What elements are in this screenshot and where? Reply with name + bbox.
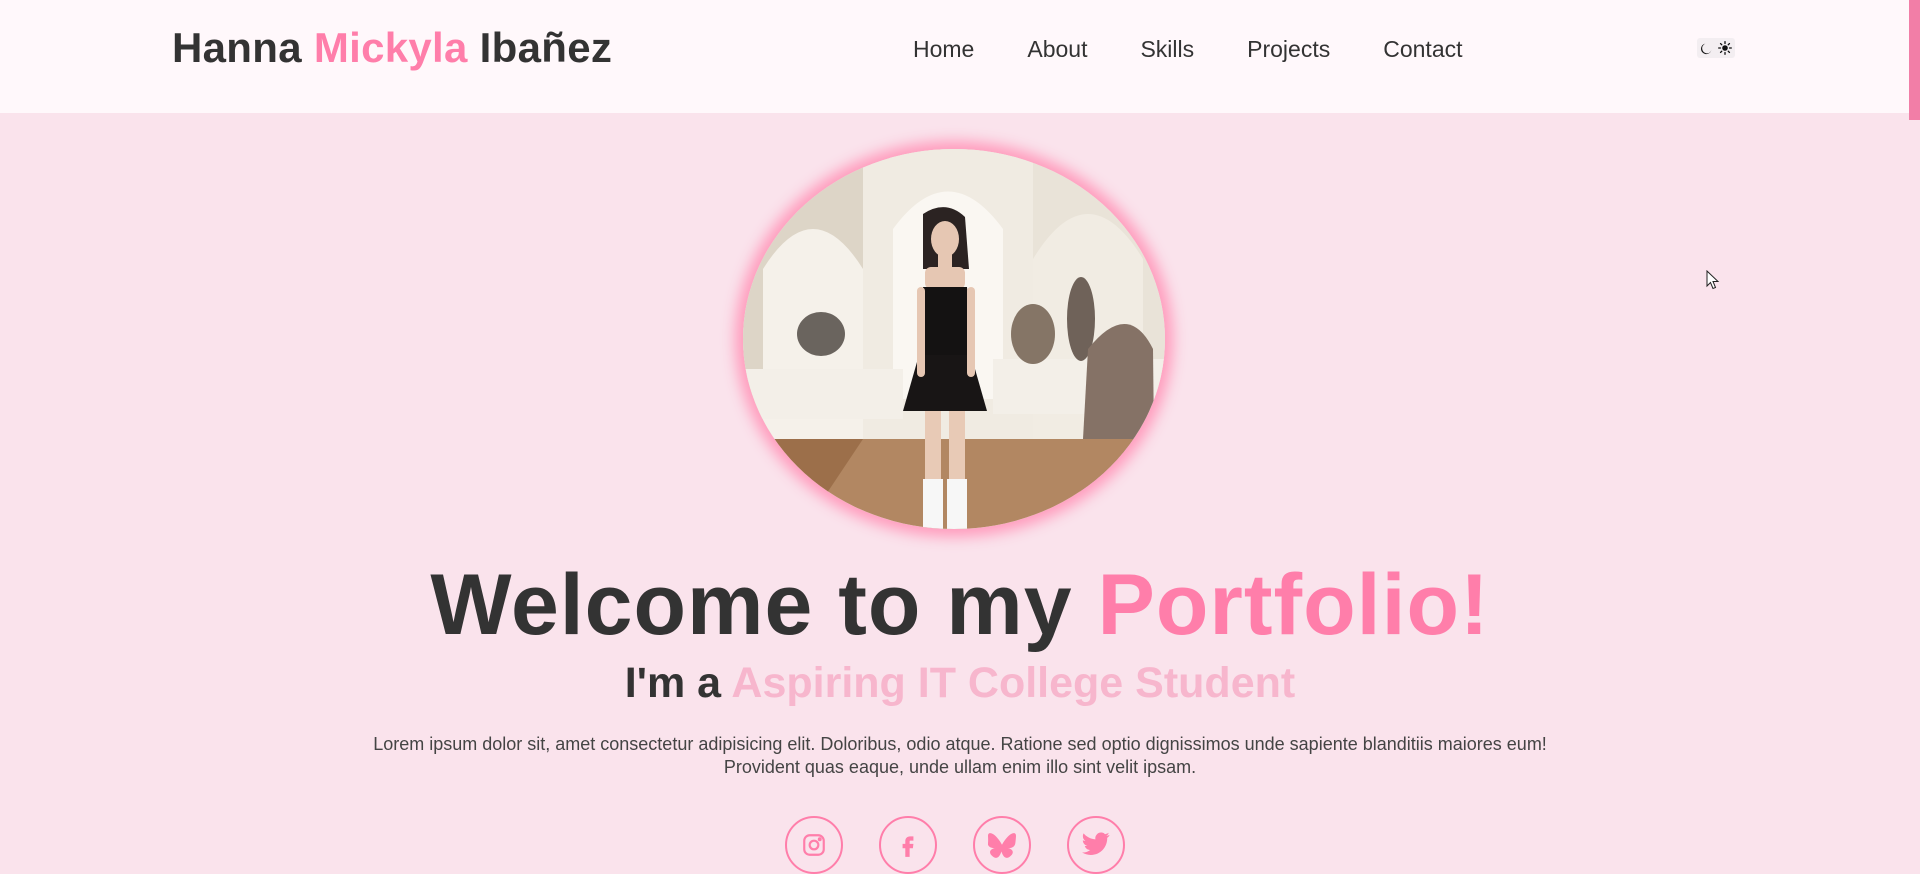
main-nav: Home About Skills Projects Contact xyxy=(913,36,1463,63)
logo-last-name: Ibañez xyxy=(467,24,613,71)
nav-contact[interactable]: Contact xyxy=(1383,36,1462,63)
nav-about[interactable]: About xyxy=(1027,36,1087,63)
profile-photo-illustration xyxy=(743,149,1165,529)
hero-subtitle-role: Aspiring IT College Student xyxy=(731,659,1296,707)
sun-icon xyxy=(1718,41,1733,55)
facebook-link[interactable] xyxy=(879,816,937,874)
hero-description-line-1: Lorem ipsum dolor sit, amet consectetur … xyxy=(373,734,1547,754)
nav-projects[interactable]: Projects xyxy=(1247,36,1330,63)
hero-title-main: Welcome to my xyxy=(430,557,1098,653)
hero-title-accent: Portfolio! xyxy=(1097,557,1490,653)
social-links xyxy=(785,816,1161,874)
profile-photo xyxy=(743,149,1165,529)
site-header: Hanna Mickyla Ibañez Home About Skills P… xyxy=(0,0,1920,113)
logo-first-name: Hanna xyxy=(172,24,314,71)
instagram-icon xyxy=(803,834,825,856)
facebook-icon xyxy=(902,836,914,857)
nav-skills[interactable]: Skills xyxy=(1140,36,1194,63)
moon-icon xyxy=(1700,43,1712,54)
hero-subtitle-prefix: I'm a xyxy=(624,659,732,707)
hero-title: Welcome to my Portfolio! xyxy=(0,556,1920,655)
site-logo[interactable]: Hanna Mickyla Ibañez xyxy=(172,24,612,72)
scrollbar-thumb[interactable] xyxy=(1909,0,1920,120)
theme-toggle[interactable] xyxy=(1697,38,1735,58)
instagram-link[interactable] xyxy=(785,816,843,874)
hero-subtitle: I'm a Aspiring IT College Student xyxy=(0,659,1920,708)
twitter-icon xyxy=(1082,832,1110,855)
logo-middle-name: Mickyla xyxy=(313,24,468,71)
mouse-cursor-icon xyxy=(1706,270,1720,290)
nav-home[interactable]: Home xyxy=(913,36,974,63)
hero-description: Lorem ipsum dolor sit, amet consectetur … xyxy=(0,733,1920,779)
bluesky-link[interactable] xyxy=(973,816,1031,874)
bluesky-icon xyxy=(988,833,1016,858)
hero-description-line-2: Provident quas eaque, unde ullam enim il… xyxy=(723,757,1197,777)
twitter-link[interactable] xyxy=(1067,816,1125,874)
